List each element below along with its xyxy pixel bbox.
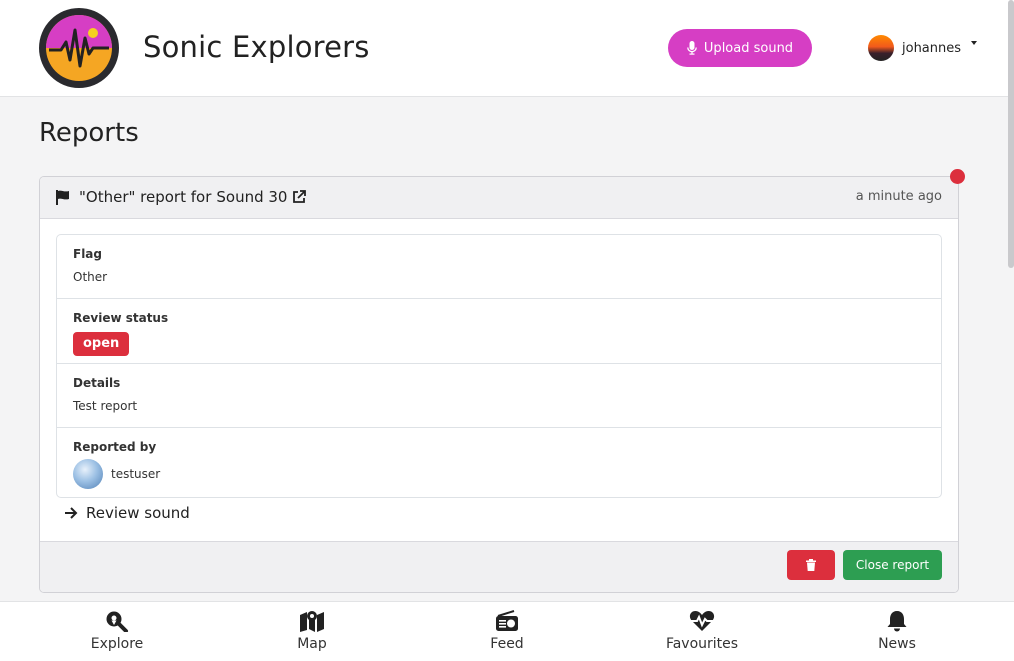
top-navbar: Sonic Explorers Upload sound johannes xyxy=(0,0,1014,97)
reporter-name[interactable]: testuser xyxy=(111,467,160,481)
user-menu[interactable]: johannes xyxy=(868,34,978,62)
scrollbar[interactable] xyxy=(1008,0,1014,268)
nav-map[interactable]: Map xyxy=(262,610,362,652)
nav-favourites[interactable]: Favourites xyxy=(652,610,752,652)
nav-favourites-label: Favourites xyxy=(665,636,739,652)
flag-icon xyxy=(56,189,70,205)
microphone-icon xyxy=(687,41,697,55)
list-item-status: Review status open xyxy=(57,299,941,364)
nav-news[interactable]: News xyxy=(847,610,947,652)
report-card-header: "Other" report for Sound 30 a minute ago xyxy=(40,177,958,219)
sound-link[interactable]: Sound 30 xyxy=(216,188,307,206)
report-details-list: Flag Other Review status open Details Te… xyxy=(56,234,942,498)
close-report-button[interactable]: Close report xyxy=(843,550,942,580)
search-location-icon xyxy=(105,610,129,636)
brand-title[interactable]: Sonic Explorers xyxy=(143,30,370,64)
nav-explore-label: Explore xyxy=(90,636,144,652)
status-badge: open xyxy=(73,332,130,356)
sound-link-label: Sound 30 xyxy=(216,188,288,206)
upload-sound-button[interactable]: Upload sound xyxy=(668,29,812,67)
upload-sound-label: Upload sound xyxy=(703,40,794,56)
chevron-down-icon xyxy=(971,41,978,45)
review-sound-label: Review sound xyxy=(86,504,190,522)
bell-icon xyxy=(886,610,908,636)
avatar xyxy=(73,459,103,489)
bottom-nav: Explore Map Feed Favourites News xyxy=(0,601,1014,661)
details-value: Test report xyxy=(73,399,138,413)
list-item-flag: Flag Other xyxy=(57,235,941,299)
radio-icon xyxy=(495,610,519,636)
report-timestamp: a minute ago xyxy=(855,189,942,204)
arrow-right-icon xyxy=(64,507,78,519)
report-card-footer: Close report xyxy=(40,541,958,592)
reporter-label: Reported by xyxy=(73,440,157,454)
page-title: Reports xyxy=(39,118,139,148)
report-card: "Other" report for Sound 30 a minute ago… xyxy=(39,176,959,593)
nav-feed-label: Feed xyxy=(490,636,524,652)
list-item-details: Details Test report xyxy=(57,364,941,428)
details-label: Details xyxy=(73,376,121,390)
report-title: "Other" report for xyxy=(79,188,212,206)
nav-feed[interactable]: Feed xyxy=(457,610,557,652)
nav-explore[interactable]: Explore xyxy=(67,610,167,652)
flag-value: Other xyxy=(73,270,108,284)
nav-news-label: News xyxy=(878,636,916,652)
heartbeat-icon xyxy=(689,610,715,636)
external-link-icon xyxy=(292,190,307,204)
notification-dot xyxy=(950,169,965,184)
flag-label: Flag xyxy=(73,247,102,261)
username: johannes xyxy=(902,40,962,56)
trash-icon xyxy=(806,559,816,571)
map-icon xyxy=(299,610,325,636)
review-sound-link[interactable]: Review sound xyxy=(64,504,190,522)
status-label: Review status xyxy=(73,311,169,325)
nav-map-label: Map xyxy=(297,636,327,652)
delete-report-button[interactable] xyxy=(787,550,835,580)
logo[interactable] xyxy=(39,8,119,88)
avatar xyxy=(868,35,894,61)
list-item-reporter: Reported by testuser xyxy=(57,428,941,497)
